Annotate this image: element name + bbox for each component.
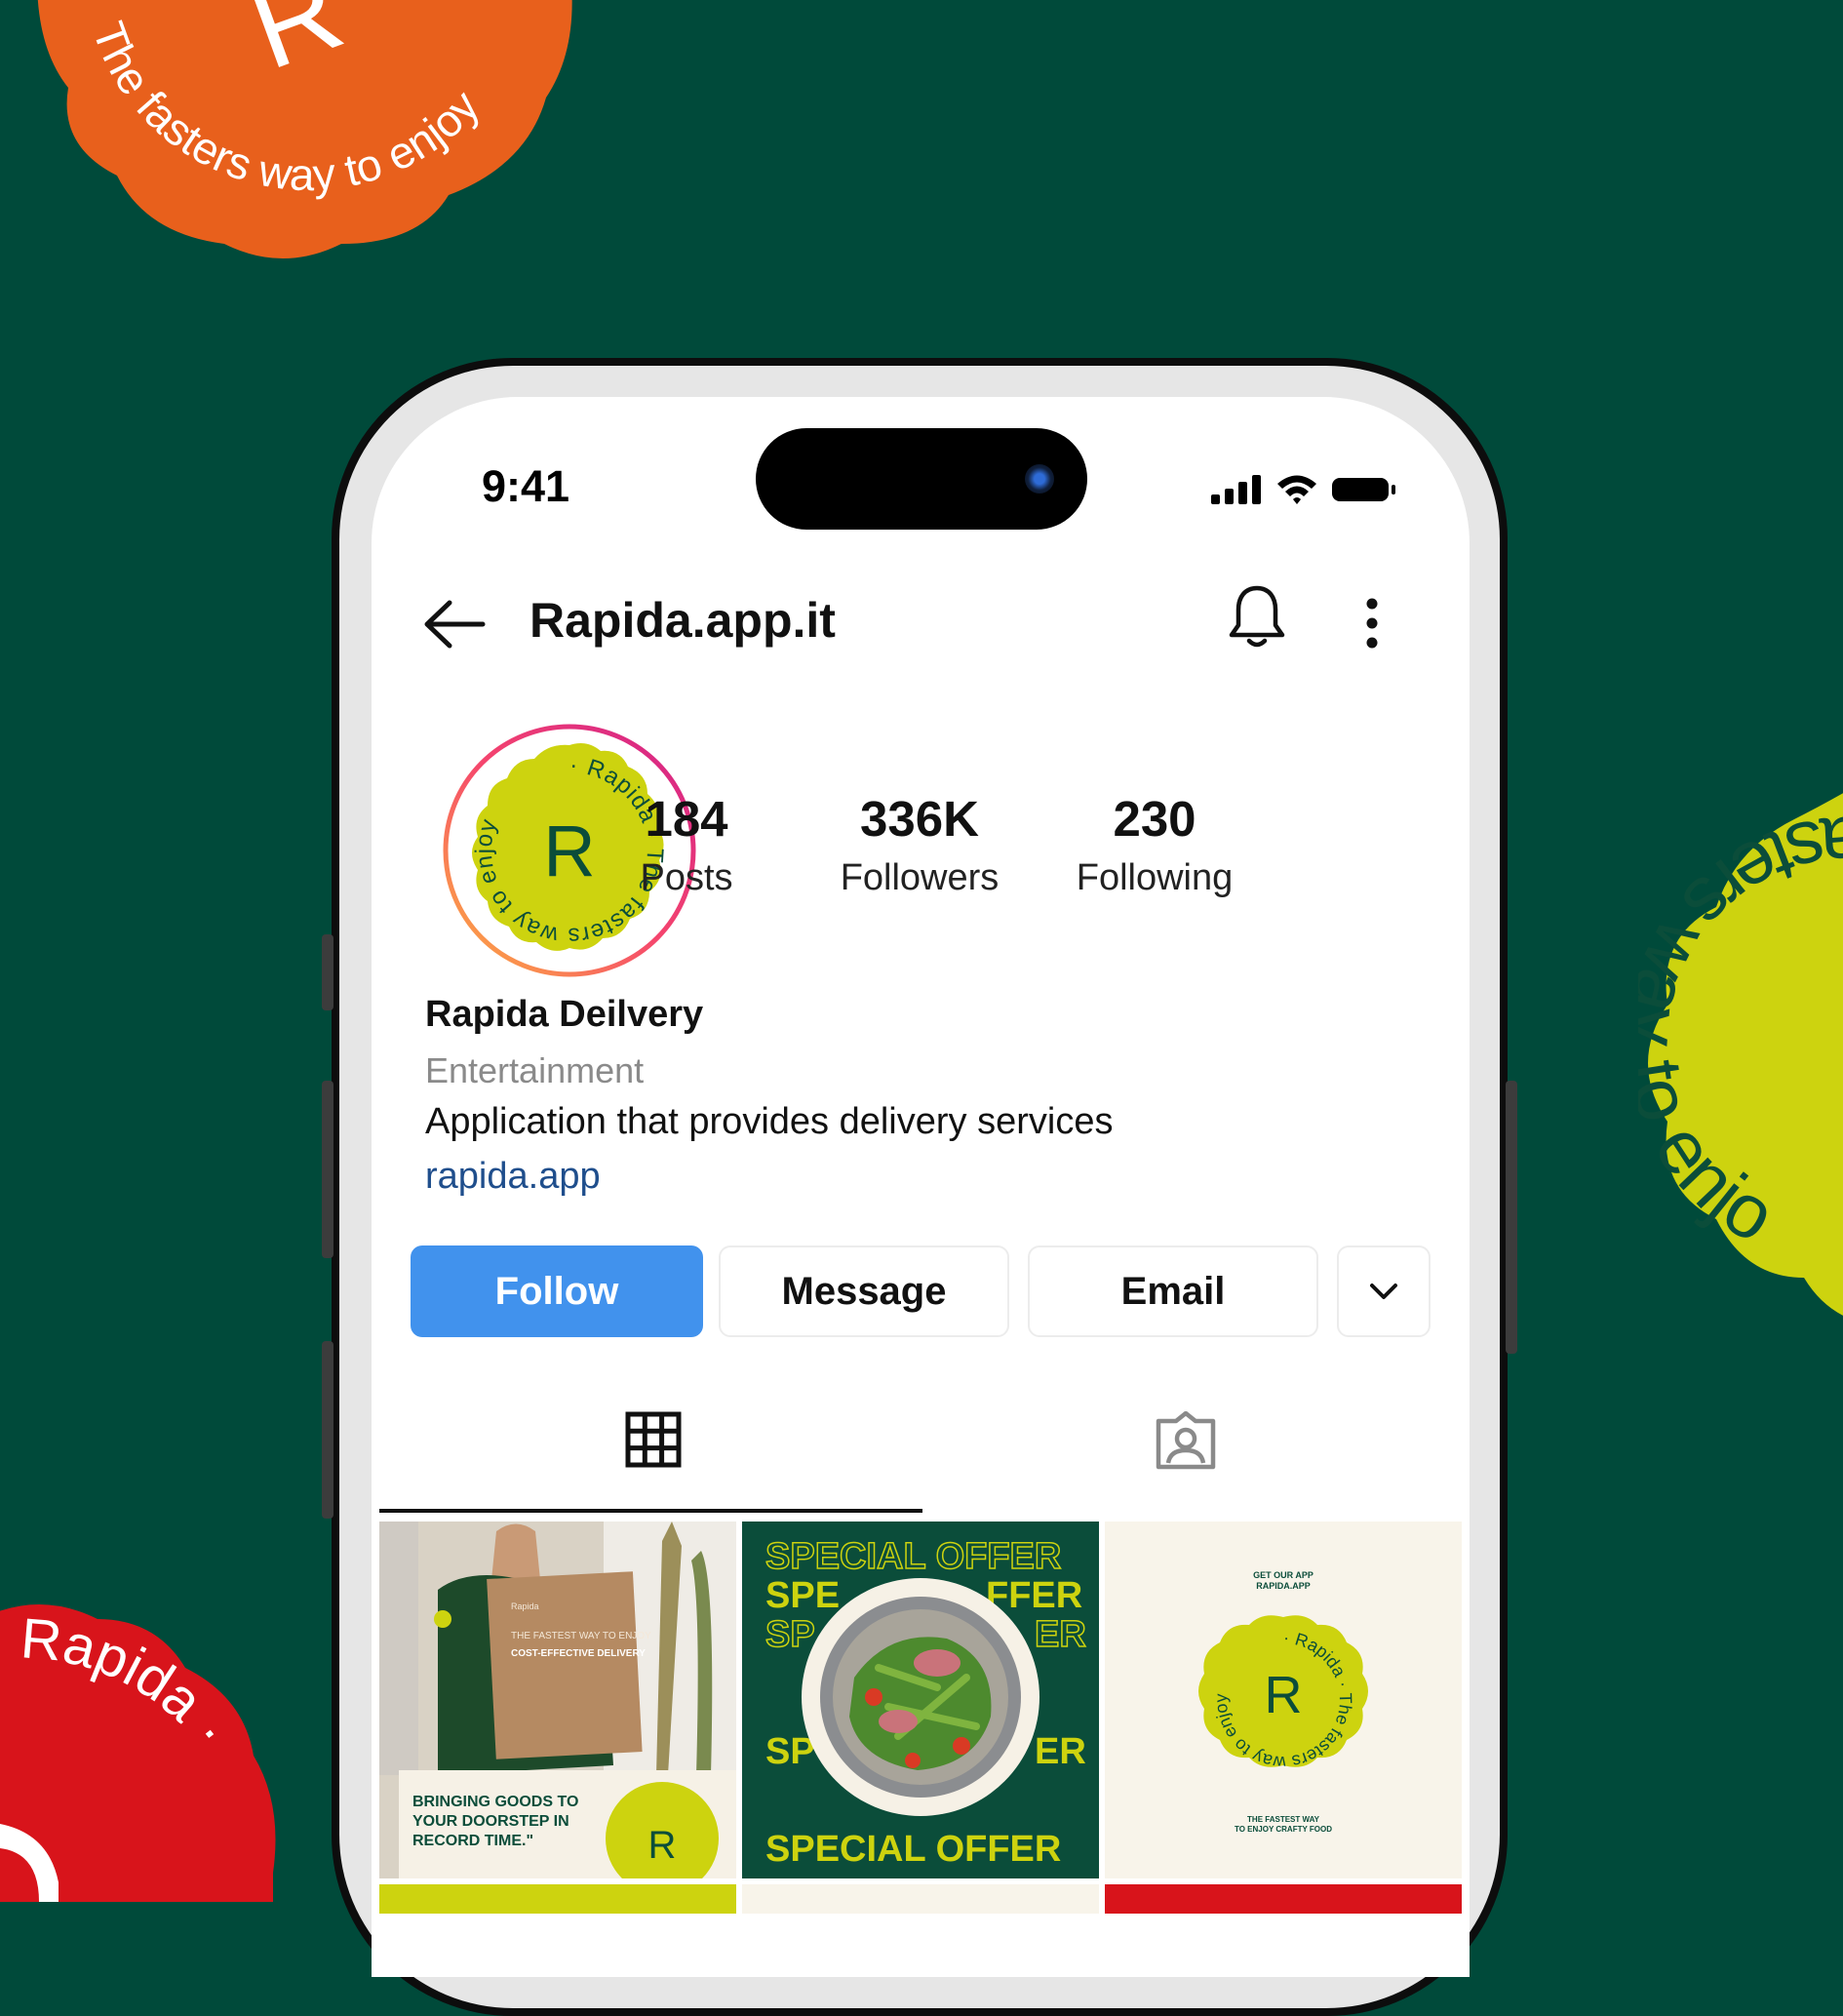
phone-screen: 9:41 Rapida.app.it · Rapida · The faster… — [372, 397, 1470, 1977]
post3-bottom-text-2: TO ENJOY CRAFTY FOOD — [1235, 1825, 1332, 1834]
grid-icon[interactable] — [625, 1411, 682, 1468]
post-thumbnail-delivery[interactable]: Rapida THE FASTEST WAY TO ENJOY COST-EFF… — [379, 1522, 736, 1878]
profile-bio: Application that provides delivery servi… — [425, 1101, 1114, 1142]
stat-following[interactable]: 230 Following — [1047, 790, 1262, 899]
post2-outline-text: SPECIAL OFFER — [765, 1536, 1061, 1577]
chevron-down-icon — [1370, 1284, 1397, 1299]
phone-power-button — [1506, 1081, 1517, 1354]
phone-volume-up-button — [322, 1081, 333, 1258]
post-thumbnail-row2-2[interactable] — [742, 1884, 1099, 1914]
post-thumbnail-row2-1[interactable] — [379, 1884, 736, 1914]
status-time: 9:41 — [482, 461, 570, 511]
stat-followers-label: Followers — [840, 857, 1000, 898]
bell-icon[interactable] — [1228, 584, 1286, 651]
post2-bottom-text: SPECIAL OFFER — [765, 1829, 1061, 1870]
profile-category: Entertainment — [425, 1050, 645, 1090]
post3-top-text-1: GET OUR APP — [1253, 1570, 1314, 1580]
post2-line-left-3: SP — [765, 1731, 815, 1772]
post1-box-text: THE FASTEST WAY TO ENJOY — [511, 1631, 651, 1641]
phone-action-button — [322, 934, 333, 1010]
wifi-icon — [1277, 475, 1316, 504]
post2-line-left-2: SP — [765, 1614, 815, 1655]
tagged-user-icon[interactable] — [1155, 1411, 1217, 1470]
battery-icon — [1332, 478, 1395, 501]
post3-seal-letter: R — [1265, 1666, 1303, 1724]
follow-button[interactable]: Follow — [411, 1245, 703, 1337]
post2-line-left-1: SPE — [765, 1575, 840, 1616]
stat-posts-value: 184 — [645, 791, 728, 847]
profile-username: Rapida.app.it — [529, 593, 836, 648]
email-button[interactable]: Email — [1028, 1245, 1318, 1337]
red-brand-badge: Rapida · — [0, 1604, 276, 1902]
signal-icon — [1211, 475, 1261, 504]
stat-following-value: 230 — [1113, 791, 1196, 847]
suggestions-dropdown-button[interactable] — [1337, 1245, 1431, 1337]
stat-posts-label: Posts — [640, 857, 733, 898]
back-arrow-icon[interactable] — [422, 600, 487, 649]
more-vertical-icon[interactable] — [1362, 598, 1382, 649]
post1-stamp-letter: R — [648, 1824, 677, 1867]
post-thumbnail-special-offer[interactable]: SPECIAL OFFER SPE FFER SP ER SP ER SPECI… — [742, 1522, 1099, 1878]
post3-bottom-text-1: THE FASTEST WAY — [1247, 1815, 1320, 1824]
active-tab-indicator — [379, 1509, 922, 1513]
dynamic-island — [756, 428, 1087, 530]
message-button[interactable]: Message — [719, 1245, 1009, 1337]
camera-icon — [1025, 464, 1054, 494]
profile-website-link[interactable]: rapida.app — [425, 1156, 601, 1198]
stat-followers-value: 336K — [860, 791, 979, 847]
post1-box-brand: Rapida — [511, 1601, 539, 1611]
post-thumbnail-row2-3[interactable] — [1105, 1884, 1462, 1914]
lime-brand-badge: fasters way to enjoy — [1638, 780, 1843, 1316]
post1-box-text-bold: COST-EFFECTIVE DELIVERY — [511, 1648, 646, 1659]
profile-display-name: Rapida Deilvery — [425, 994, 704, 1035]
post1-caption: BRINGING GOODS TO YOUR DOORSTEP IN RECOR… — [412, 1794, 579, 1849]
post3-top-text-2: RAPIDA.APP — [1256, 1581, 1311, 1591]
stat-posts[interactable]: 184 Posts — [579, 790, 794, 899]
orange-brand-badge: The fasters way to enjoy R — [37, 0, 572, 258]
stat-followers[interactable]: 336K Followers — [812, 790, 1027, 899]
status-icons — [1211, 473, 1396, 504]
stat-following-label: Following — [1076, 857, 1234, 898]
phone-volume-down-button — [322, 1341, 333, 1519]
post2-line-right-2: ER — [1035, 1614, 1086, 1655]
profile-nav-bar: Rapida.app.it — [372, 573, 1470, 670]
post-thumbnail-get-app[interactable]: GET OUR APP RAPIDA.APP · Rapida · The fa… — [1105, 1522, 1462, 1878]
post2-line-right-3: ER — [1035, 1731, 1086, 1772]
